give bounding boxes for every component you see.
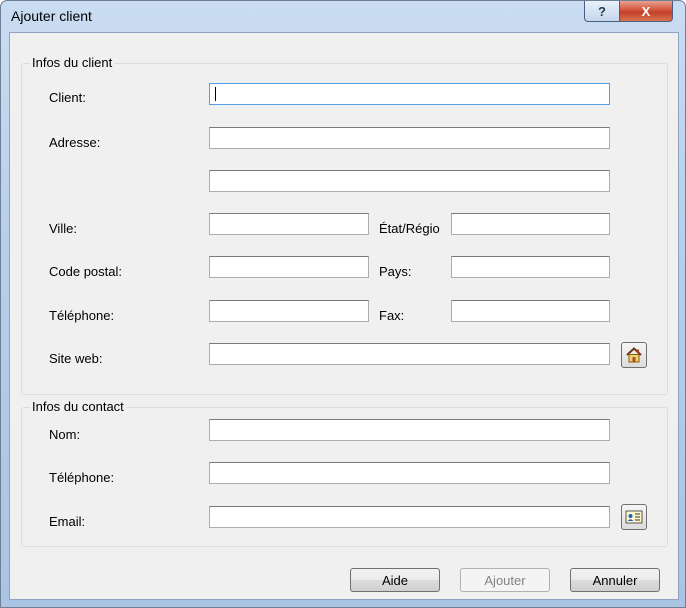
city-input[interactable] — [209, 213, 369, 235]
contact-phone-label: Téléphone: — [49, 470, 115, 485]
website-input[interactable] — [209, 343, 610, 365]
home-icon — [626, 347, 642, 363]
cancel-button[interactable]: Annuler — [570, 568, 660, 592]
contact-email-label: Email: — [49, 514, 86, 529]
contact-phone-input[interactable] — [209, 462, 610, 484]
close-icon: X — [641, 3, 651, 19]
fax-label: Fax: — [379, 308, 405, 323]
contact-info-legend: Infos du contact — [30, 399, 126, 414]
postal-code-label: Code postal: — [49, 264, 122, 279]
country-label: Pays: — [379, 264, 412, 279]
contact-email-input[interactable] — [209, 506, 610, 528]
contact-name-label: Nom: — [49, 427, 81, 442]
help-button[interactable]: ? — [584, 1, 620, 22]
help-dialog-button[interactable]: Aide — [350, 568, 440, 592]
dialog-body: Infos du client Client: Adresse: Ville: … — [9, 32, 679, 600]
city-label: Ville: — [49, 221, 77, 236]
phone-label: Téléphone: — [49, 308, 115, 323]
client-info-legend: Infos du client — [30, 55, 115, 70]
email-contact-button[interactable] — [621, 504, 647, 530]
dialog-window: Ajouter client ? X Infos du client Clien… — [0, 0, 686, 608]
add-button[interactable]: Ajouter — [460, 568, 550, 592]
window-title: Ajouter client — [11, 8, 92, 24]
country-input[interactable] — [451, 256, 610, 278]
address-label: Adresse: — [49, 135, 101, 150]
website-label: Site web: — [49, 351, 103, 366]
postal-code-input[interactable] — [209, 256, 369, 278]
open-website-button[interactable] — [621, 342, 647, 368]
client-input[interactable] — [209, 83, 610, 105]
phone-input[interactable] — [209, 300, 369, 322]
state-label: État/Régio — [379, 221, 440, 236]
help-icon: ? — [598, 3, 606, 19]
fax-input[interactable] — [451, 300, 610, 322]
close-button[interactable]: X — [619, 1, 673, 22]
text-caret — [215, 87, 216, 101]
address-card-icon — [625, 510, 643, 524]
state-input[interactable] — [451, 213, 610, 235]
address-line1-input[interactable] — [209, 127, 610, 149]
address-line2-input[interactable] — [209, 170, 610, 192]
title-bar[interactable]: Ajouter client ? X — [1, 1, 685, 31]
contact-name-input[interactable] — [209, 419, 610, 441]
client-label: Client: — [49, 90, 86, 105]
